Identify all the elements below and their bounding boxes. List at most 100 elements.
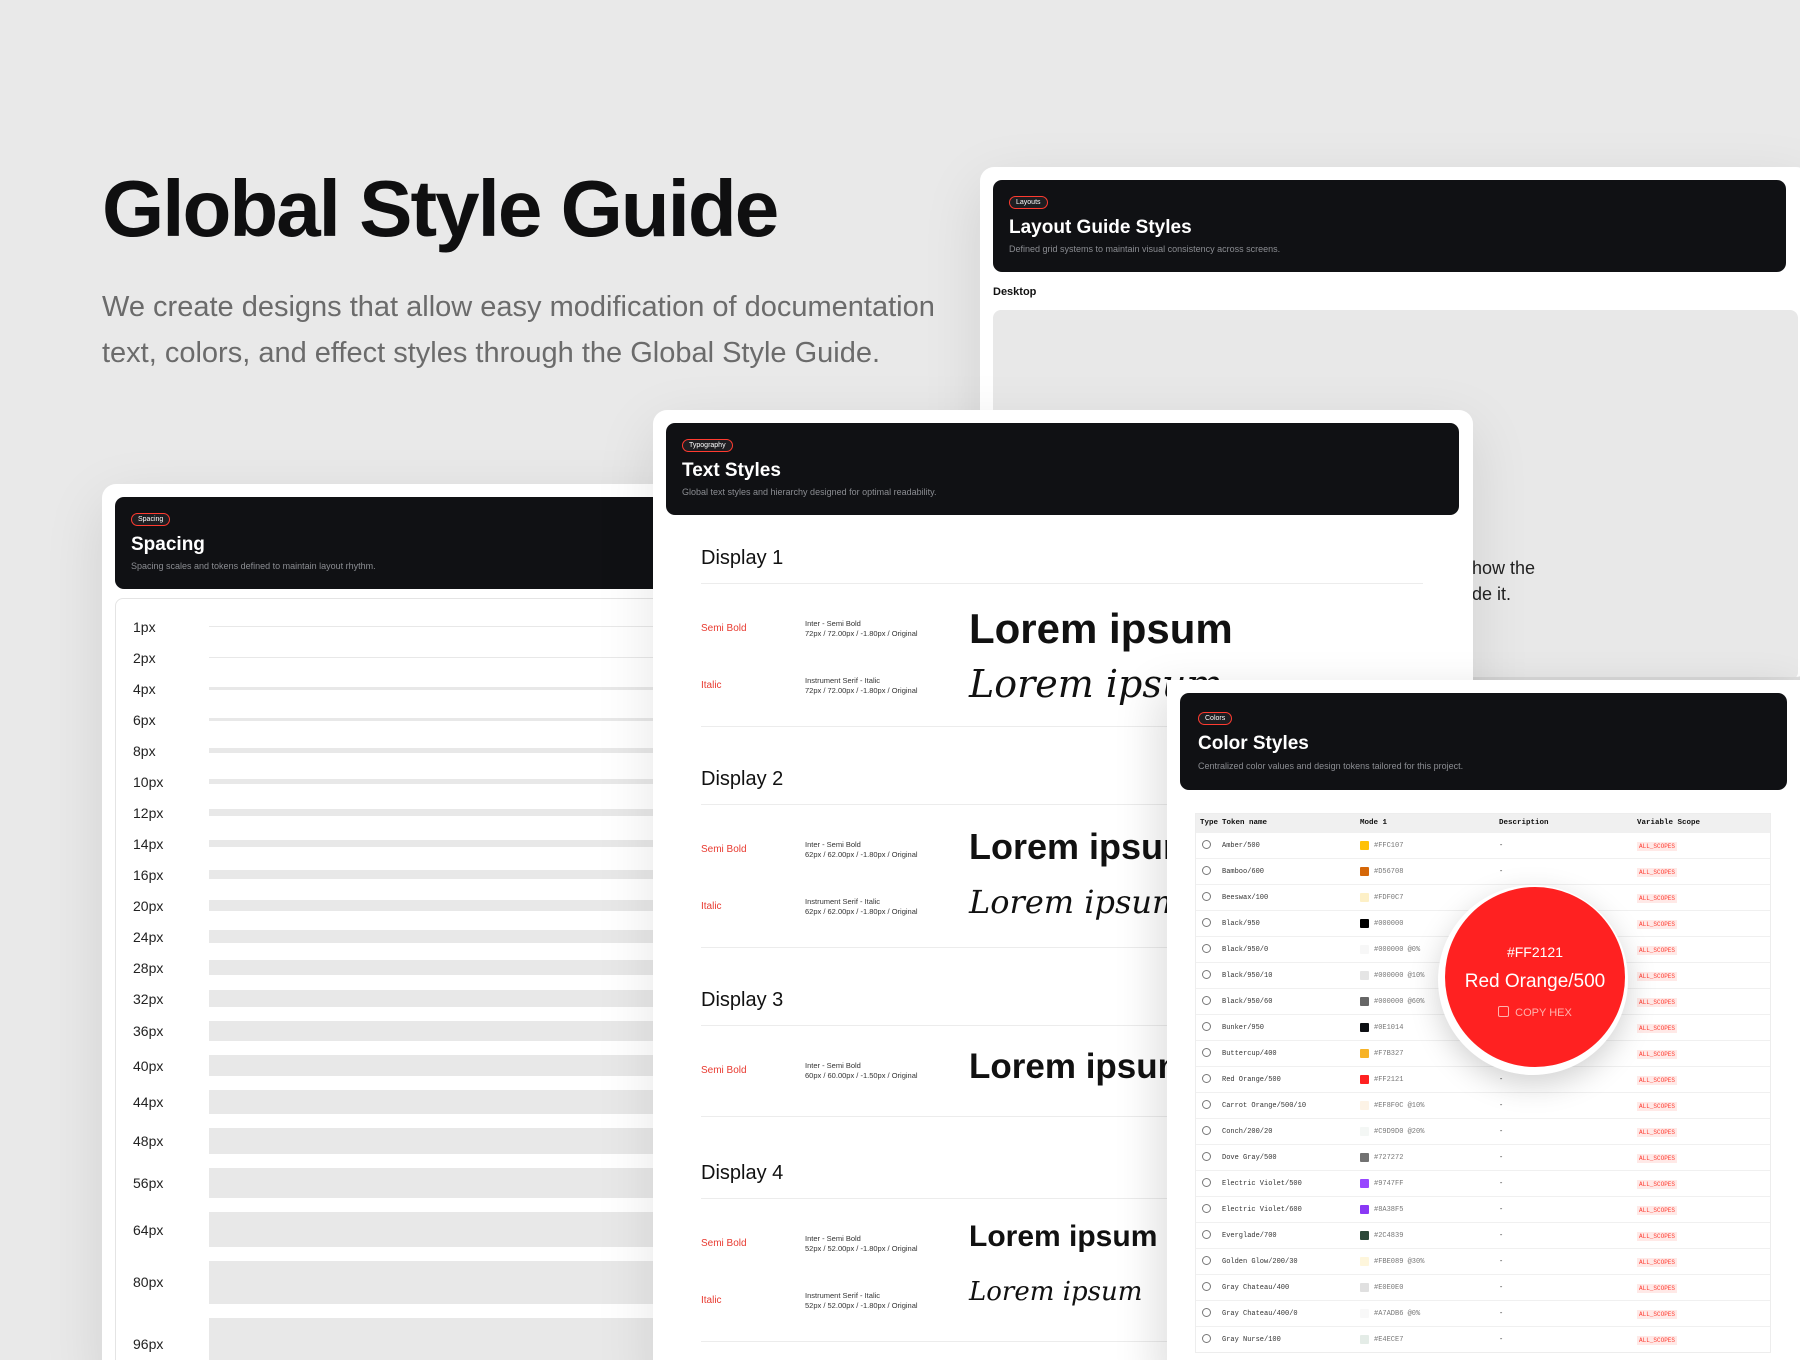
color-type-icon <box>1202 1204 1211 1213</box>
style-weight-label: Semi Bold <box>701 1065 747 1076</box>
color-type-icon <box>1202 1022 1211 1031</box>
variable-scope-badge: ALL_SCOPES <box>1637 1206 1678 1215</box>
text-style-section-title: Display 2 <box>701 768 784 790</box>
spacing-label: 1px <box>133 618 156 635</box>
token-hex: #F7B327 <box>1374 1050 1404 1058</box>
token-name: Amber/500 <box>1222 842 1260 850</box>
color-swatch <box>1360 1023 1369 1032</box>
variable-scope-badge: ALL_SCOPES <box>1637 868 1678 877</box>
color-token-row[interactable]: Gray Chateau/400 #E0E0E0 - ALL_SCOPES <box>1196 1274 1770 1300</box>
spacing-label: 64px <box>133 1221 164 1238</box>
variable-scope-badge: ALL_SCOPES <box>1637 1102 1678 1111</box>
token-hex: #EF8F0C @10% <box>1374 1102 1425 1110</box>
token-name: Beeswax/100 <box>1222 894 1269 902</box>
variable-scope-badge: ALL_SCOPES <box>1637 1258 1678 1267</box>
color-swatch <box>1360 1205 1369 1214</box>
color-type-icon <box>1202 840 1211 849</box>
style-weight-label: Italic <box>701 901 722 912</box>
token-hex: #C9D9D0 @20% <box>1374 1128 1425 1136</box>
color-card-title: Color Styles <box>1198 733 1309 754</box>
token-description: - <box>1499 842 1504 850</box>
token-hex: #E0E0E0 <box>1374 1284 1404 1292</box>
token-hex: #727272 <box>1374 1154 1404 1162</box>
color-token-row[interactable]: Electric Violet/600 #8A38F5 - ALL_SCOPES <box>1196 1196 1770 1222</box>
token-name: Electric Violet/500 <box>1222 1180 1302 1188</box>
token-description: - <box>1499 1232 1504 1240</box>
variable-scope-badge: ALL_SCOPES <box>1637 1180 1678 1189</box>
color-type-icon <box>1202 1282 1211 1291</box>
color-token-row[interactable]: Everglade/700 #2C4839 - ALL_SCOPES <box>1196 1222 1770 1248</box>
color-token-row[interactable]: Electric Violet/500 #9747FF - ALL_SCOPES <box>1196 1170 1770 1196</box>
token-hex: #A7ADB6 @0% <box>1374 1310 1421 1318</box>
variable-scope-badge: ALL_SCOPES <box>1637 1076 1678 1085</box>
token-name: Black/950/0 <box>1222 946 1269 954</box>
color-token-row[interactable]: Carrot Orange/500/10 #EF8F0C @10% - ALL_SCO… <box>1196 1092 1770 1118</box>
variable-scope-badge: ALL_SCOPES <box>1637 1284 1678 1293</box>
spacing-label: 12px <box>133 804 164 821</box>
token-name: Conch/200/20 <box>1222 1128 1273 1136</box>
italic-sample-text: Lorem ipsum <box>969 1277 1143 1307</box>
color-highlight-badge[interactable]: #FF2121 Red Orange/500 COPY HEX <box>1438 885 1628 1075</box>
font-spec: 72px / 72.00px / -1.80px / Original <box>805 686 918 695</box>
spacing-label: 16px <box>133 866 164 883</box>
color-type-icon <box>1202 1178 1211 1187</box>
token-name: Black/950 <box>1222 920 1260 928</box>
font-spec: 52px / 52.00px / -1.80px / Original <box>805 1301 918 1310</box>
color-type-icon <box>1202 1256 1211 1265</box>
col-mode: Mode 1 <box>1360 819 1388 827</box>
color-token-row[interactable]: Red Orange/500 #FF2121 - ALL_SCOPES <box>1196 1066 1770 1092</box>
color-swatch <box>1360 971 1369 980</box>
token-name: Black/950/60 <box>1222 998 1273 1006</box>
font-spec: 60px / 60.00px / -1.50px / Original <box>805 1071 918 1080</box>
spacing-label: 10px <box>133 773 164 790</box>
page-title: Global Style Guide <box>102 164 779 253</box>
color-token-row[interactable]: Gray Chateau/400/0 #A7ADB6 @0% - ALL_SCOPES <box>1196 1300 1770 1326</box>
color-token-row[interactable]: Conch/200/20 #C9D9D0 @20% - ALL_SCOPES <box>1196 1118 1770 1144</box>
style-spec: Inter - Semi Bold 52px / 52.00px / -1.80p… <box>805 1234 918 1254</box>
token-name: Golden Glow/200/30 <box>1222 1258 1298 1266</box>
font-spec: 72px / 72.00px / -1.80px / Original <box>805 629 918 638</box>
token-hex: #D56708 <box>1374 868 1404 876</box>
layout-card-description: Defined grid systems to maintain visual … <box>1009 244 1281 254</box>
style-weight-label: Semi Bold <box>701 844 747 855</box>
color-type-icon <box>1202 1334 1211 1343</box>
style-spec: Instrument Serif - Italic 72px / 72.00px … <box>805 676 918 696</box>
color-swatch <box>1360 893 1369 902</box>
copy-hex-button[interactable]: COPY HEX <box>1445 1006 1625 1019</box>
col-description: Description <box>1499 819 1549 827</box>
color-token-row[interactable]: Golden Glow/200/30 #FBE089 @30% - ALL_SCOPE… <box>1196 1248 1770 1274</box>
style-weight-label: Italic <box>701 1295 722 1306</box>
color-swatch <box>1360 1153 1369 1162</box>
text-style-section-title: Display 3 <box>701 989 784 1011</box>
color-token-row[interactable]: Gray Nurse/100 #E4ECE7 - ALL_SCOPES <box>1196 1326 1770 1352</box>
color-token-row[interactable]: Dove Gray/500 #727272 - ALL_SCOPES <box>1196 1144 1770 1170</box>
color-type-icon <box>1202 1126 1211 1135</box>
color-swatch <box>1360 1309 1369 1318</box>
token-hex: #E4ECE7 <box>1374 1336 1404 1344</box>
font-name: Inter - Semi Bold <box>805 840 861 849</box>
semibold-sample-text: Lorem ipsum <box>969 605 1233 652</box>
token-name: Black/950/10 <box>1222 972 1273 980</box>
font-name: Inter - Semi Bold <box>805 619 861 628</box>
color-token-row[interactable]: Bamboo/600 #D56708 - ALL_SCOPES <box>1196 858 1770 884</box>
style-spec: Inter - Semi Bold 62px / 62.00px / -1.80p… <box>805 840 918 860</box>
color-swatch <box>1360 1075 1369 1084</box>
color-type-icon <box>1202 996 1211 1005</box>
font-name: Instrument Serif - Italic <box>805 897 881 906</box>
font-name: Instrument Serif - Italic <box>805 676 881 685</box>
layout-tag: Layouts <box>1009 196 1048 209</box>
style-spec: Inter - Semi Bold 72px / 72.00px / -1.80p… <box>805 619 918 639</box>
color-token-row[interactable]: Amber/500 #FFC107 - ALL_SCOPES <box>1196 832 1770 858</box>
spacing-card-title: Spacing <box>131 534 205 555</box>
style-weight-label: Semi Bold <box>701 1238 747 1249</box>
style-weight-label: Semi Bold <box>701 623 747 634</box>
token-hex: #9747FF <box>1374 1180 1404 1188</box>
variable-scope-badge: ALL_SCOPES <box>1637 946 1678 955</box>
col-type: Type <box>1200 819 1219 827</box>
color-type-icon <box>1202 918 1211 927</box>
color-type-icon <box>1202 866 1211 875</box>
copy-hex-label: COPY HEX <box>1515 1007 1572 1019</box>
token-name: Bunker/950 <box>1222 1024 1265 1032</box>
color-type-icon <box>1202 1074 1211 1083</box>
token-name: Bamboo/600 <box>1222 868 1265 876</box>
